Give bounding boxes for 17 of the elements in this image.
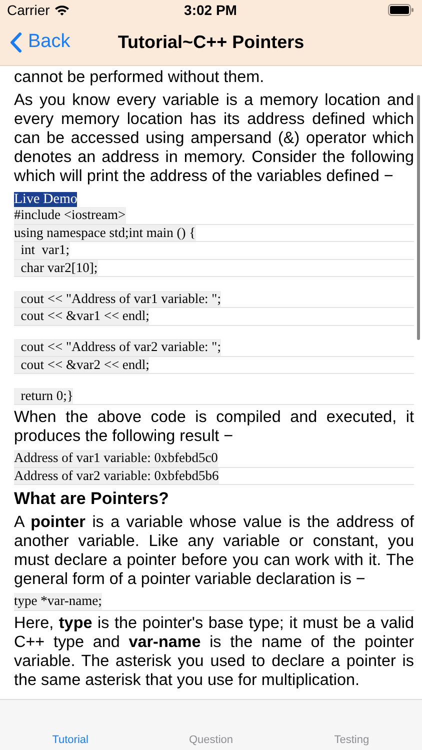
paragraph: As you know every variable is a memory location and every memory location has its address defined which can be accessed using ampersand (&) operator which denotes an address in memory. Consider the following which will print the address of the variables defined − [14,91,414,186]
carrier-label: Carrier [7,2,50,18]
paragraph: Here, type is the pointer's base type; it must be a valid C++ type and var-name is the name of the pointer variable. The asterisk you used to declare a pointer is the same asterisk that you use for multiplication. [14,614,414,690]
section-heading: What are Pointers? [14,489,170,509]
page-title: Tutorial~C++ Pointers [118,32,304,53]
live-demo-link[interactable]: Live Demo [14,192,78,207]
paragraph: cannot be performed without them. [14,68,266,87]
back-button[interactable]: Back [10,31,70,53]
battery-icon [388,4,414,16]
tab[interactable]: Testing [281,734,422,748]
tab[interactable]: Question [140,734,282,748]
paragraph: A pointer is a variable whose value is the address of another variable. Like any variable or constant, you must declare a pointer before you can work with it. The general form of a pointer variable declaration is − [14,513,414,589]
clock-time: 3:02 PM [184,2,237,18]
chevron-icon [10,32,22,52]
wifi-icon [54,4,70,16]
tab[interactable]: Tutorial [0,734,141,748]
paragraph: When the above code is compiled and executed, it produces the following result − [14,408,414,446]
